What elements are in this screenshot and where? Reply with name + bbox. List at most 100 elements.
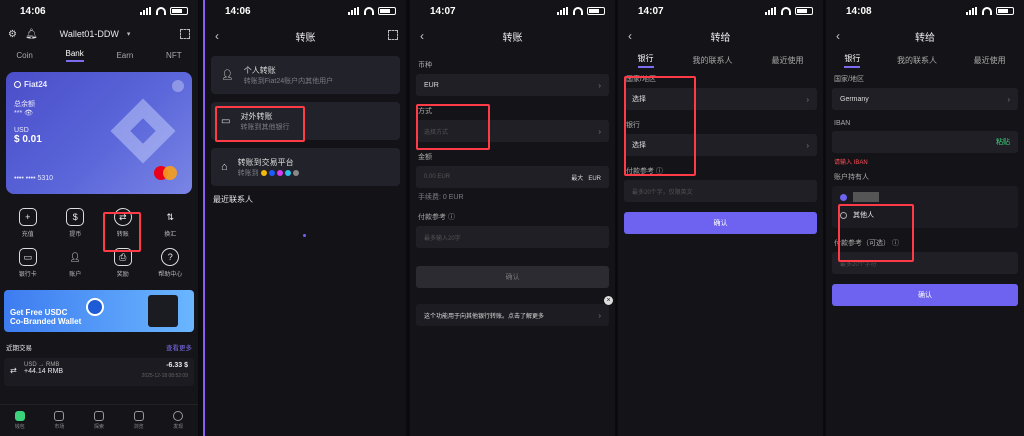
holder-self-option[interactable]: 本人 [840, 192, 1010, 202]
tab-coin[interactable]: Coin [16, 51, 32, 60]
recent-contacts: 最近联系人 [213, 195, 253, 204]
back-icon[interactable]: ‹ [215, 29, 219, 43]
nav-explore[interactable]: 探索 [93, 411, 104, 430]
tab-bank[interactable]: 银行 [844, 53, 861, 68]
withdraw-icon: $ [66, 208, 85, 226]
battery-icon [170, 7, 188, 15]
platform-logo-icon [276, 169, 283, 176]
exchange-tx-icon: ⇄ [10, 366, 17, 375]
balance-label: 总余额 [14, 101, 35, 108]
bell-icon[interactable]: 🔔︎ [25, 29, 38, 40]
recent-more-link[interactable]: 查看更多 [166, 342, 192, 352]
wifi-icon [364, 7, 374, 15]
reference-label-text: 付款参考 [418, 214, 446, 221]
wifi-icon [573, 7, 583, 15]
wallet-icon [14, 411, 25, 421]
back-icon[interactable]: ‹ [420, 29, 424, 43]
iban-label: IBAN [834, 120, 851, 127]
back-icon[interactable]: ‹ [836, 29, 840, 43]
promo-banner[interactable]: Get Free USDC Co-Branded Wallet [4, 290, 194, 332]
paste-button[interactable]: 粘贴 [996, 137, 1010, 147]
chevron-down-icon[interactable]: ▾ [127, 30, 131, 38]
currency-select[interactable]: EUR › [416, 74, 609, 96]
confirm-button[interactable]: 确认 [624, 212, 817, 234]
reference-input[interactable]: 最多输入20字 [416, 226, 609, 248]
reference-label: 付款参考 ⓘ [418, 212, 607, 222]
confirm-button[interactable]: 确认 [832, 284, 1018, 306]
card-settings-icon[interactable] [172, 80, 184, 92]
action-bank-card[interactable]: ▭ 银行卡 [4, 248, 52, 278]
transfer-type-screen: 14:06 ‹ 转账 👤︎ 个人转账 转账到Fiat24账户内其他用户 ▭ 对外转… [203, 0, 406, 436]
settings-icon[interactable]: ⚙ [8, 29, 17, 40]
amount-input[interactable]: 0.00 EUR 最大 EUR [416, 166, 609, 188]
close-icon[interactable]: × [604, 296, 613, 305]
bank-card[interactable]: Fiat24 总余额 *** 👁︎ USD $ 0.01 •••• •••• 5… [6, 72, 192, 194]
battery-icon [587, 7, 605, 15]
nav-wallet[interactable]: 钱包 [14, 411, 25, 430]
home-icon: ⌂ [221, 161, 228, 173]
nav-discover[interactable]: 发现 [173, 411, 183, 430]
highlight-country-bank [624, 76, 696, 176]
status-icons [140, 7, 188, 15]
bank-recipient-screen: 14:07 ‹ 转给 银行 我的联系人 最近使用 国家/地区 选择 › 银行 选择… [618, 0, 823, 436]
bank-recipient-filled-screen: 14:08 ‹ 转给 银行 我的联系人 最近使用 国家/地区 Germany › … [826, 0, 1024, 436]
action-rewards[interactable]: ⎙ 奖励 [99, 248, 147, 278]
confirm-button[interactable]: 确认 [416, 266, 609, 288]
exchange-platform-logos: 转账到 [238, 168, 299, 178]
nav-bar: ‹ 转账 [410, 22, 615, 50]
action-label: 充值 [21, 232, 34, 238]
tab-bank[interactable]: 银行 [637, 53, 654, 68]
chevron-right-icon: › [598, 310, 601, 320]
action-label: 换汇 [164, 232, 177, 238]
tab-my-contacts[interactable]: 我的联系人 [693, 55, 733, 66]
nav-label: 浏览 [133, 424, 144, 430]
platform-logo-icon [292, 169, 299, 176]
option-personal-transfer[interactable]: 👤︎ 个人转账 转账到Fiat24账户内其他用户 [211, 56, 400, 94]
iban-input[interactable]: 粘贴 [832, 131, 1018, 153]
option-subtitle: 转账到 [237, 169, 259, 177]
status-bar: 14:06 [0, 0, 198, 22]
tab-earn[interactable]: Earn [116, 51, 133, 60]
wallet-name[interactable]: Wallet01-DDW [60, 29, 119, 39]
nav-browse[interactable]: 浏览 [133, 411, 144, 430]
info-icon[interactable]: ⓘ [448, 214, 455, 221]
platform-logo-icon [268, 169, 275, 176]
nav-label: 发现 [173, 424, 184, 430]
page-title: 转账 [502, 32, 523, 44]
country-label: 国家/地区 [834, 76, 864, 83]
action-help[interactable]: ? 帮助中心 [147, 248, 195, 278]
action-account[interactable]: 👤︎ 账户 [52, 248, 100, 279]
action-withdraw[interactable]: $ 提币 [52, 208, 100, 238]
wifi-icon [982, 7, 992, 15]
action-label: 帮助中心 [158, 272, 183, 278]
compass-icon [173, 411, 184, 421]
tab-recent[interactable]: 最近使用 [974, 55, 1006, 66]
tab-recent[interactable]: 最近使用 [772, 55, 804, 66]
max-button[interactable]: 最大 [571, 176, 583, 182]
tab-bank[interactable]: Bank [65, 49, 84, 62]
action-deposit[interactable]: + 充值 [4, 208, 52, 238]
action-exchange[interactable]: ⇅ 换汇 [147, 208, 195, 239]
transaction-row[interactable]: ⇄ USD → RMB +44.14 RMB -6.33 $ 2025-12-1… [4, 358, 194, 386]
action-label: 提币 [69, 232, 82, 238]
signal-icon [557, 7, 569, 15]
tab-nft[interactable]: NFT [166, 51, 182, 60]
option-exchange-platform[interactable]: ⌂ 转账到交易平台 转账到 [211, 148, 400, 186]
card-reader-icon [148, 295, 178, 327]
status-icons [348, 7, 396, 15]
scan-icon[interactable] [388, 30, 398, 40]
wallet-header: ⚙ 🔔︎ Wallet01-DDW ▾ [0, 22, 198, 46]
status-icons [557, 7, 605, 15]
scan-icon[interactable] [180, 29, 190, 39]
mastercard-icon [154, 166, 178, 180]
country-select[interactable]: Germany › [832, 88, 1018, 110]
nav-market[interactable]: 市场 [54, 411, 64, 430]
status-time: 14:08 [846, 5, 872, 17]
back-icon[interactable]: ‹ [628, 29, 632, 43]
tab-my-contacts[interactable]: 我的联系人 [897, 55, 937, 66]
reference-input[interactable]: 最多20个字，仅限英文 [624, 180, 817, 202]
highlight-holder [838, 204, 914, 262]
radio-checked-icon [840, 193, 847, 201]
info-banner[interactable]: 这个功能用于向其他银行转账。点击了解更多 › [416, 304, 609, 326]
chevron-right-icon: › [1007, 94, 1010, 104]
